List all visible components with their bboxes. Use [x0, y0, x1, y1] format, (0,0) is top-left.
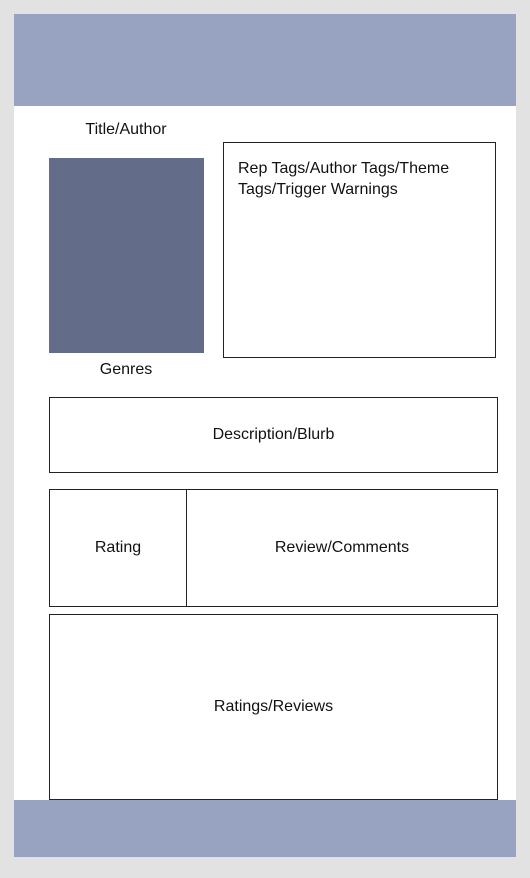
tags-text: Rep Tags/Author Tags/Theme Tags/Trigger … — [238, 160, 450, 198]
footer-bar — [14, 800, 516, 857]
review-comments-input[interactable]: Review/Comments — [187, 490, 497, 606]
review-form: Rating Review/Comments — [49, 489, 498, 607]
book-cover-image — [49, 158, 204, 353]
description-text: Description/Blurb — [212, 426, 335, 443]
rating-input[interactable]: Rating — [50, 490, 187, 606]
header-bar — [14, 14, 516, 106]
tags-panel: Rep Tags/Author Tags/Theme Tags/Trigger … — [223, 142, 496, 358]
rating-label: Rating — [94, 539, 142, 556]
book-genres: Genres — [99, 361, 153, 378]
ratings-reviews-label: Ratings/Reviews — [213, 698, 334, 715]
description-panel: Description/Blurb — [49, 397, 498, 473]
book-title-author: Title/Author — [85, 121, 167, 138]
review-comments-label: Review/Comments — [274, 539, 410, 556]
ratings-reviews-panel: Ratings/Reviews — [49, 614, 498, 800]
